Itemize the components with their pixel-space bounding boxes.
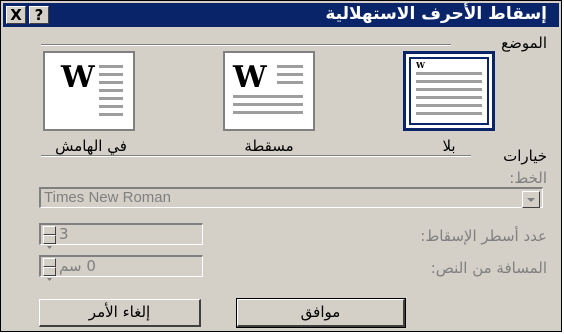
spin-up-icon[interactable] bbox=[43, 226, 56, 240]
text-line-icon bbox=[99, 73, 123, 76]
text-line-icon bbox=[233, 103, 303, 106]
text-line-icon bbox=[277, 65, 303, 68]
ok-button[interactable]: موافق bbox=[236, 298, 406, 328]
margin-w-icon: W bbox=[61, 60, 95, 95]
help-button[interactable]: ? bbox=[29, 6, 49, 24]
text-line-icon bbox=[277, 73, 303, 76]
position-none-label: بلا bbox=[442, 137, 456, 155]
options-group-line bbox=[41, 155, 471, 157]
text-line-icon bbox=[99, 65, 123, 68]
distance-value: 0 سم bbox=[59, 257, 96, 275]
position-group-label: الموضع bbox=[501, 34, 547, 52]
dropped-w-icon: W bbox=[233, 60, 267, 95]
spin-buttons[interactable] bbox=[43, 258, 56, 281]
text-line-icon bbox=[99, 89, 123, 92]
text-line-icon bbox=[416, 80, 482, 83]
text-line-icon bbox=[416, 104, 482, 107]
position-group-line bbox=[41, 44, 451, 46]
close-button[interactable]: X bbox=[6, 6, 26, 24]
text-line-icon bbox=[416, 96, 482, 99]
font-value: Times New Roman bbox=[44, 189, 171, 206]
text-line-icon bbox=[99, 97, 123, 100]
position-margin-label: في الهامش bbox=[55, 137, 127, 155]
chevron-down-icon bbox=[527, 198, 535, 202]
lines-to-drop-value: 3 bbox=[59, 225, 69, 243]
title-bar[interactable]: X ? إسقاط الأحرف الاستهلالية bbox=[3, 3, 559, 27]
text-line-icon bbox=[416, 88, 482, 91]
cancel-button[interactable]: إلغاء الأمر bbox=[39, 299, 201, 327]
spin-buttons[interactable] bbox=[43, 226, 56, 249]
text-line-icon bbox=[416, 72, 482, 75]
text-line-icon bbox=[233, 95, 303, 98]
spin-up-icon[interactable] bbox=[43, 258, 56, 272]
text-line-icon bbox=[233, 111, 303, 114]
window-title: إسقاط الأحرف الاستهلالية bbox=[325, 4, 547, 24]
lines-to-drop-label: عدد أسطر الإسقاط: bbox=[420, 227, 547, 245]
options-group-label: خيارات bbox=[503, 147, 547, 165]
dropdown-arrow-button[interactable] bbox=[522, 191, 540, 208]
spin-down-icon[interactable] bbox=[43, 267, 56, 281]
font-dropdown[interactable]: Times New Roman bbox=[39, 187, 543, 208]
text-line-icon bbox=[99, 81, 123, 84]
text-line-icon bbox=[99, 105, 123, 108]
font-label: الخط: bbox=[509, 169, 547, 187]
position-margin-option[interactable]: W bbox=[43, 51, 135, 131]
lines-to-drop-spinner[interactable]: 3 bbox=[39, 223, 203, 249]
text-line-icon bbox=[416, 112, 482, 115]
drop-cap-dialog: X ? إسقاط الأحرف الاستهلالية الموضع W بل… bbox=[0, 0, 562, 332]
small-w-icon: W bbox=[416, 60, 425, 70]
distance-spinner[interactable]: 0 سم bbox=[39, 255, 203, 281]
text-line-icon bbox=[277, 81, 303, 84]
position-dropped-label: مسقطة bbox=[244, 137, 294, 155]
spin-down-icon[interactable] bbox=[43, 235, 56, 249]
position-none-option[interactable]: W bbox=[403, 51, 495, 131]
text-line-icon bbox=[99, 113, 123, 116]
distance-label: المسافة من النص: bbox=[430, 259, 547, 277]
position-dropped-option[interactable]: W bbox=[223, 51, 315, 131]
